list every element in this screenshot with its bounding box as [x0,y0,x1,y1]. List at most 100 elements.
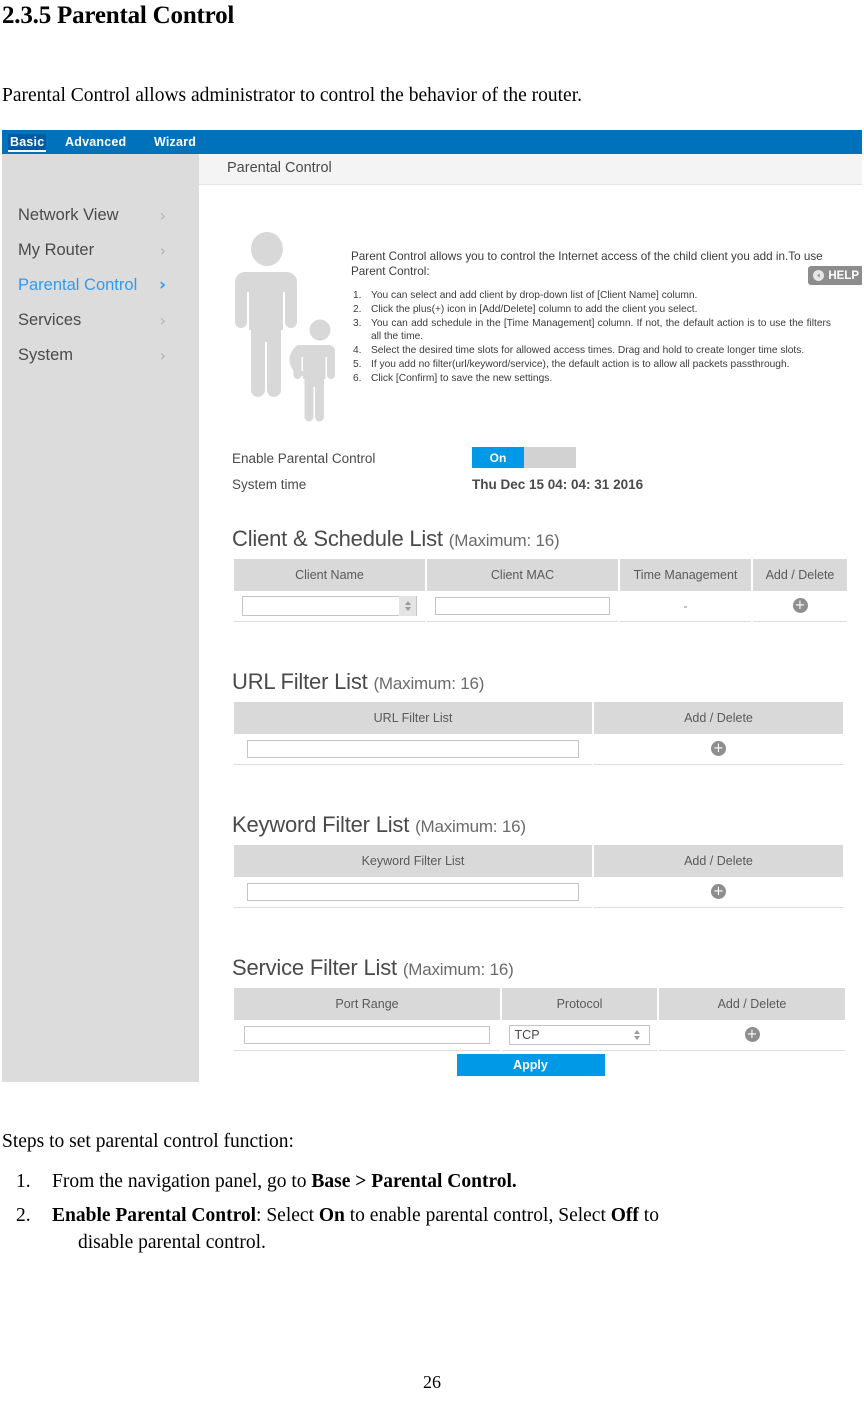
protocol-select-value: TCP [514,1028,540,1042]
chevron-right-icon: › [159,241,166,260]
instruction-number: 3. [353,318,362,330]
instruction-number: 5. [353,358,362,370]
sidebar-item-label: Services [18,311,82,329]
instruction-text: Click the plus(+) icon in [Add/Delete] c… [371,304,698,316]
enable-parental-control-label: Enable Parental Control [232,451,376,466]
section-max-text: (Maximum: 16) [448,531,560,550]
system-time-label: System time [232,477,307,492]
chevron-right-icon: › [159,311,166,330]
apply-button[interactable]: Apply [456,1054,605,1076]
intro-paragraph: Parental Control allows administrator to… [2,85,582,106]
service-filter-list-section: Service Filter List (Maximum: 16) Port R… [232,955,845,1051]
sidebar-item-label: Parental Control [18,276,138,294]
cell-url-filter [234,734,592,765]
instruction-number: 1. [353,290,362,301]
instructions-lead: Parent Control allows you to control the… [351,250,823,278]
column-header-add-delete: Add / Delete [594,702,843,734]
sidebar-item-network-view[interactable]: Network View › [2,198,199,233]
cell-add-delete: + [659,1020,845,1051]
cell-add-delete: + [594,877,843,908]
instruction-number: 4. [353,344,362,356]
sidebar-item-system[interactable]: System › [2,338,199,373]
main-content-panel: Parental Control HELP Parent Control all… [199,154,862,1082]
section-title: Client & Schedule List (Maximum: 16) [232,526,839,552]
table-header-row: Port Range Protocol Add / Delete [234,988,845,1020]
chevron-right-icon: › [158,275,166,295]
instruction-text: You can select and add client by drop-do… [371,290,698,301]
sidebar-item-parental-control[interactable]: Parental Control › [2,268,199,303]
steps-intro-text: Steps to set parental control function: [2,1131,294,1152]
plus-icon[interactable]: + [711,741,726,757]
instruction-item: 3. You can add schedule in the [Time Mana… [351,318,831,343]
protocol-select[interactable]: TCP [508,1025,651,1045]
plus-icon[interactable]: + [792,598,808,614]
content-header: Parental Control [199,154,862,185]
cell-add-delete: + [753,591,847,622]
table-header-row: Keyword Filter List Add / Delete [234,845,843,877]
stepper-icon[interactable] [628,1025,645,1045]
tab-basic[interactable]: Basic [8,134,47,152]
system-time-value: Thu Dec 15 04: 04: 31 2016 [472,477,644,492]
table-row: TCP + [234,1020,845,1051]
keyword-filter-input[interactable] [246,883,580,901]
parent-and-child-silhouette-icon [234,232,344,422]
step-text-continued: disable parental control. [78,1232,266,1253]
step-term-off: Off [610,1205,639,1226]
top-nav-bar: Basic Advanced Wizard [2,130,862,154]
section-max-text: (Maximum: 16) [373,674,485,693]
instructions-panel: Parent Control allows you to control the… [351,250,831,387]
instruction-text: Click [Confirm] to save the new settings… [371,373,553,385]
column-header-add-delete: Add / Delete [594,845,843,877]
sidebar-item-services[interactable]: Services › [2,303,199,338]
section-title-text: Keyword Filter List [232,812,410,837]
plus-icon[interactable]: + [711,884,726,900]
url-filter-input[interactable] [246,740,580,758]
chevron-right-icon: › [159,346,166,365]
step-number: 1. [16,1171,31,1192]
cell-keyword-filter [234,877,592,908]
cell-time-management: - [620,591,751,622]
content-title: Parental Control [227,160,332,176]
tab-advanced[interactable]: Advanced [65,134,126,150]
instruction-item: 2. Click the plus(+) icon in [Add/Delete]… [351,304,831,317]
port-range-input[interactable] [243,1026,491,1044]
column-header-client-name: Client Name [234,559,425,591]
sidebar-item-my-router[interactable]: My Router › [2,233,199,268]
step-item-2: 2. Enable Parental Control: Select On to… [14,1202,862,1256]
step-number: 2. [16,1205,31,1226]
step-item-1: 1. From the navigation panel, go to Base… [14,1168,862,1195]
section-max-text: (Maximum: 16) [402,960,514,979]
client-mac-input[interactable] [434,597,611,615]
cell-port-range [234,1020,500,1051]
section-title: Keyword Filter List (Maximum: 16) [232,812,839,838]
cell-add-delete: + [594,734,843,765]
column-header-keyword-filter-list: Keyword Filter List [234,845,592,877]
column-header-client-mac: Client MAC [427,559,618,591]
client-name-select[interactable] [241,596,418,616]
sidebar-item-label: My Router [18,241,95,259]
tab-wizard[interactable]: Wizard [154,134,196,150]
chevron-right-icon: › [159,206,166,225]
column-header-time-management: Time Management [620,559,751,591]
client-schedule-list-section: Client & Schedule List (Maximum: 16) Cli… [232,526,847,622]
instruction-text: Select the desired time slots for allowe… [371,344,805,356]
service-filter-table: Port Range Protocol Add / Delete TCP + [232,988,847,1051]
instruction-text: If you add no filter(url/keyword/service… [371,358,790,370]
instruction-item: 6. Click [Confirm] to save the new settin… [351,373,831,386]
toggle-on-label: On [472,447,524,468]
table-row: + [234,734,843,765]
client-schedule-table: Client Name Client MAC Time Management A… [232,559,849,622]
keyword-filter-list-section: Keyword Filter List (Maximum: 16) Keywor… [232,812,843,908]
sidebar-nav: Network View › My Router › Parental Cont… [2,154,199,1082]
url-filter-table: URL Filter List Add / Delete + [232,702,845,765]
enable-parental-control-toggle[interactable]: On [472,447,576,468]
instruction-number: 2. [353,304,362,316]
stepper-icon[interactable] [399,596,417,616]
table-header-row: URL Filter List Add / Delete [234,702,843,734]
table-row: + [234,877,843,908]
section-title-text: URL Filter List [232,669,368,694]
keyword-filter-table: Keyword Filter List Add / Delete + [232,845,845,908]
plus-icon[interactable]: + [744,1027,760,1043]
url-filter-list-section: URL Filter List (Maximum: 16) URL Filter… [232,669,843,765]
instruction-number: 6. [353,373,362,385]
